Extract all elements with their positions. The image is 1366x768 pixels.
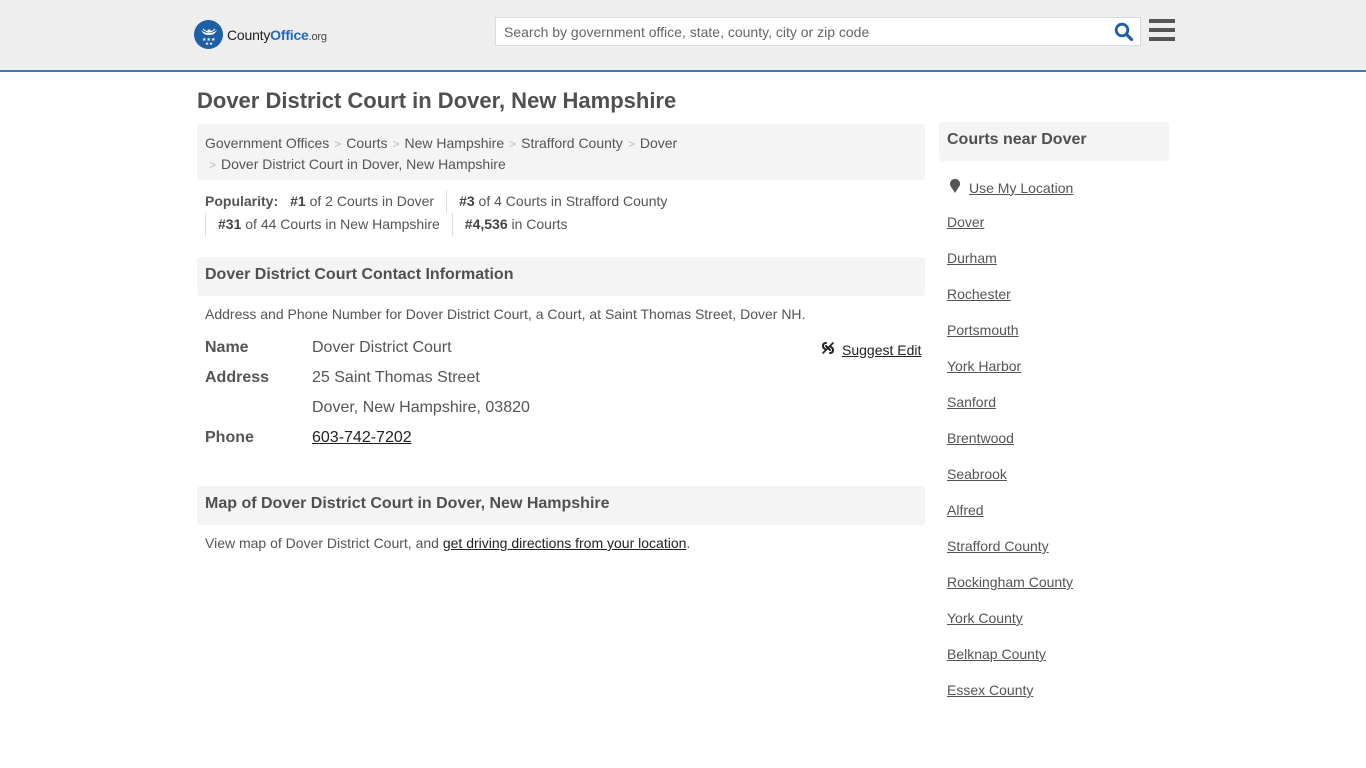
breadcrumb-separator: > <box>509 137 517 151</box>
nearby-courts-list: Dover Durham Rochester Portsmouth York H… <box>947 214 1073 718</box>
eagle-stars-badge-icon: ★★★ ★★ <box>194 20 223 49</box>
popularity-rank-county: #3 of 4 Courts in Strafford County <box>446 190 679 213</box>
phone-label: Phone <box>205 429 254 446</box>
breadcrumb-separator: > <box>334 137 342 151</box>
nearby-link-rochester[interactable]: Rochester <box>947 286 1011 302</box>
map-heading: Map of Dover District Court in Dover, Ne… <box>197 486 925 525</box>
nearby-link-york-harbor[interactable]: York Harbor <box>947 358 1021 374</box>
sidebar-heading: Courts near Dover <box>939 122 1169 161</box>
popularity: Popularity: #1 of 2 Courts in Dover #3 o… <box>197 190 925 236</box>
hamburger-menu-icon[interactable] <box>1149 19 1175 43</box>
breadcrumb-strafford-county[interactable]: Strafford County <box>521 135 623 151</box>
list-item: York County <box>947 610 1073 646</box>
breadcrumb-government-offices[interactable]: Government Offices <box>205 135 329 151</box>
popularity-label: Popularity: <box>205 193 279 209</box>
search-icon[interactable] <box>1114 22 1134 42</box>
page-title: Dover District Court in Dover, New Hamps… <box>197 88 677 113</box>
list-item: Durham <box>947 250 1073 286</box>
nearby-link-brentwood[interactable]: Brentwood <box>947 430 1014 446</box>
nearby-link-york-county[interactable]: York County <box>947 610 1023 626</box>
address-label: Address <box>205 369 270 386</box>
nearby-link-essex-county[interactable]: Essex County <box>947 682 1033 698</box>
list-item: Belknap County <box>947 646 1073 682</box>
popularity-rank-city: #1 of 2 Courts in Dover <box>290 193 435 209</box>
nearby-link-sanford[interactable]: Sanford <box>947 394 996 410</box>
list-item: Dover <box>947 214 1073 250</box>
logo-link[interactable]: ★★★ ★★ CountyOffice.org <box>194 20 327 49</box>
address-line2: Dover, New Hampshire, 03820 <box>312 399 530 416</box>
breadcrumb-separator: > <box>209 158 217 172</box>
nearby-link-seabrook[interactable]: Seabrook <box>947 466 1007 482</box>
address-line1: 25 Saint Thomas Street <box>312 369 480 386</box>
popularity-rank-state: #31 of 44 Courts in New Hampshire <box>205 213 452 236</box>
suggest-edit-link[interactable]: Suggest Edit <box>842 342 921 358</box>
list-item: Essex County <box>947 682 1073 718</box>
list-item: Rochester <box>947 286 1073 322</box>
map-description: View map of Dover District Court, and ge… <box>205 535 691 551</box>
contact-description: Address and Phone Number for Dover Distr… <box>205 306 806 322</box>
phone-value: 603-742-7202 <box>312 429 412 447</box>
contact-heading: Dover District Court Contact Information <box>197 257 925 296</box>
nearby-link-strafford-county[interactable]: Strafford County <box>947 538 1049 554</box>
search-box <box>495 17 1141 46</box>
nearby-link-alfred[interactable]: Alfred <box>947 502 984 518</box>
suggest-edit: Suggest Edit <box>820 340 921 359</box>
broken-link-icon <box>820 340 836 359</box>
list-item: Brentwood <box>947 430 1073 466</box>
breadcrumb-current: Dover District Court in Dover, New Hamps… <box>221 156 506 172</box>
breadcrumb-new-hampshire[interactable]: New Hampshire <box>405 135 505 151</box>
breadcrumb-separator: > <box>392 137 400 151</box>
nearby-link-portsmouth[interactable]: Portsmouth <box>947 322 1019 338</box>
phone-link[interactable]: 603-742-7202 <box>312 429 412 446</box>
list-item: Rockingham County <box>947 574 1073 610</box>
list-item: York Harbor <box>947 358 1073 394</box>
name-value: Dover District Court <box>312 339 452 356</box>
list-item: Sanford <box>947 394 1073 430</box>
map-pin-icon <box>949 178 961 197</box>
list-item: Strafford County <box>947 538 1073 574</box>
breadcrumb-courts[interactable]: Courts <box>346 135 387 151</box>
list-item: Portsmouth <box>947 322 1073 358</box>
nearby-link-rockingham-county[interactable]: Rockingham County <box>947 574 1073 590</box>
use-my-location-link[interactable]: Use My Location <box>969 180 1073 196</box>
breadcrumb-separator: > <box>627 137 635 151</box>
search-input[interactable] <box>496 18 1096 45</box>
nearby-link-dover[interactable]: Dover <box>947 214 984 230</box>
list-item: Alfred <box>947 502 1073 538</box>
logo-text: CountyOffice.org <box>227 26 327 43</box>
popularity-rank-national: #4,536 in Courts <box>451 213 580 236</box>
nearby-link-belknap-county[interactable]: Belknap County <box>947 646 1046 662</box>
breadcrumb-dover[interactable]: Dover <box>640 135 677 151</box>
site-header: ★★★ ★★ CountyOffice.org <box>0 0 1366 72</box>
name-label: Name <box>205 339 249 356</box>
nearby-link-durham[interactable]: Durham <box>947 250 997 266</box>
breadcrumb: Government Offices > Courts > New Hampshire >… <box>197 124 925 180</box>
driving-directions-link[interactable]: get driving directions from your locatio… <box>443 535 687 551</box>
list-item: Seabrook <box>947 466 1073 502</box>
use-my-location: Use My Location <box>949 178 1073 197</box>
svg-text:★★: ★★ <box>205 41 213 46</box>
